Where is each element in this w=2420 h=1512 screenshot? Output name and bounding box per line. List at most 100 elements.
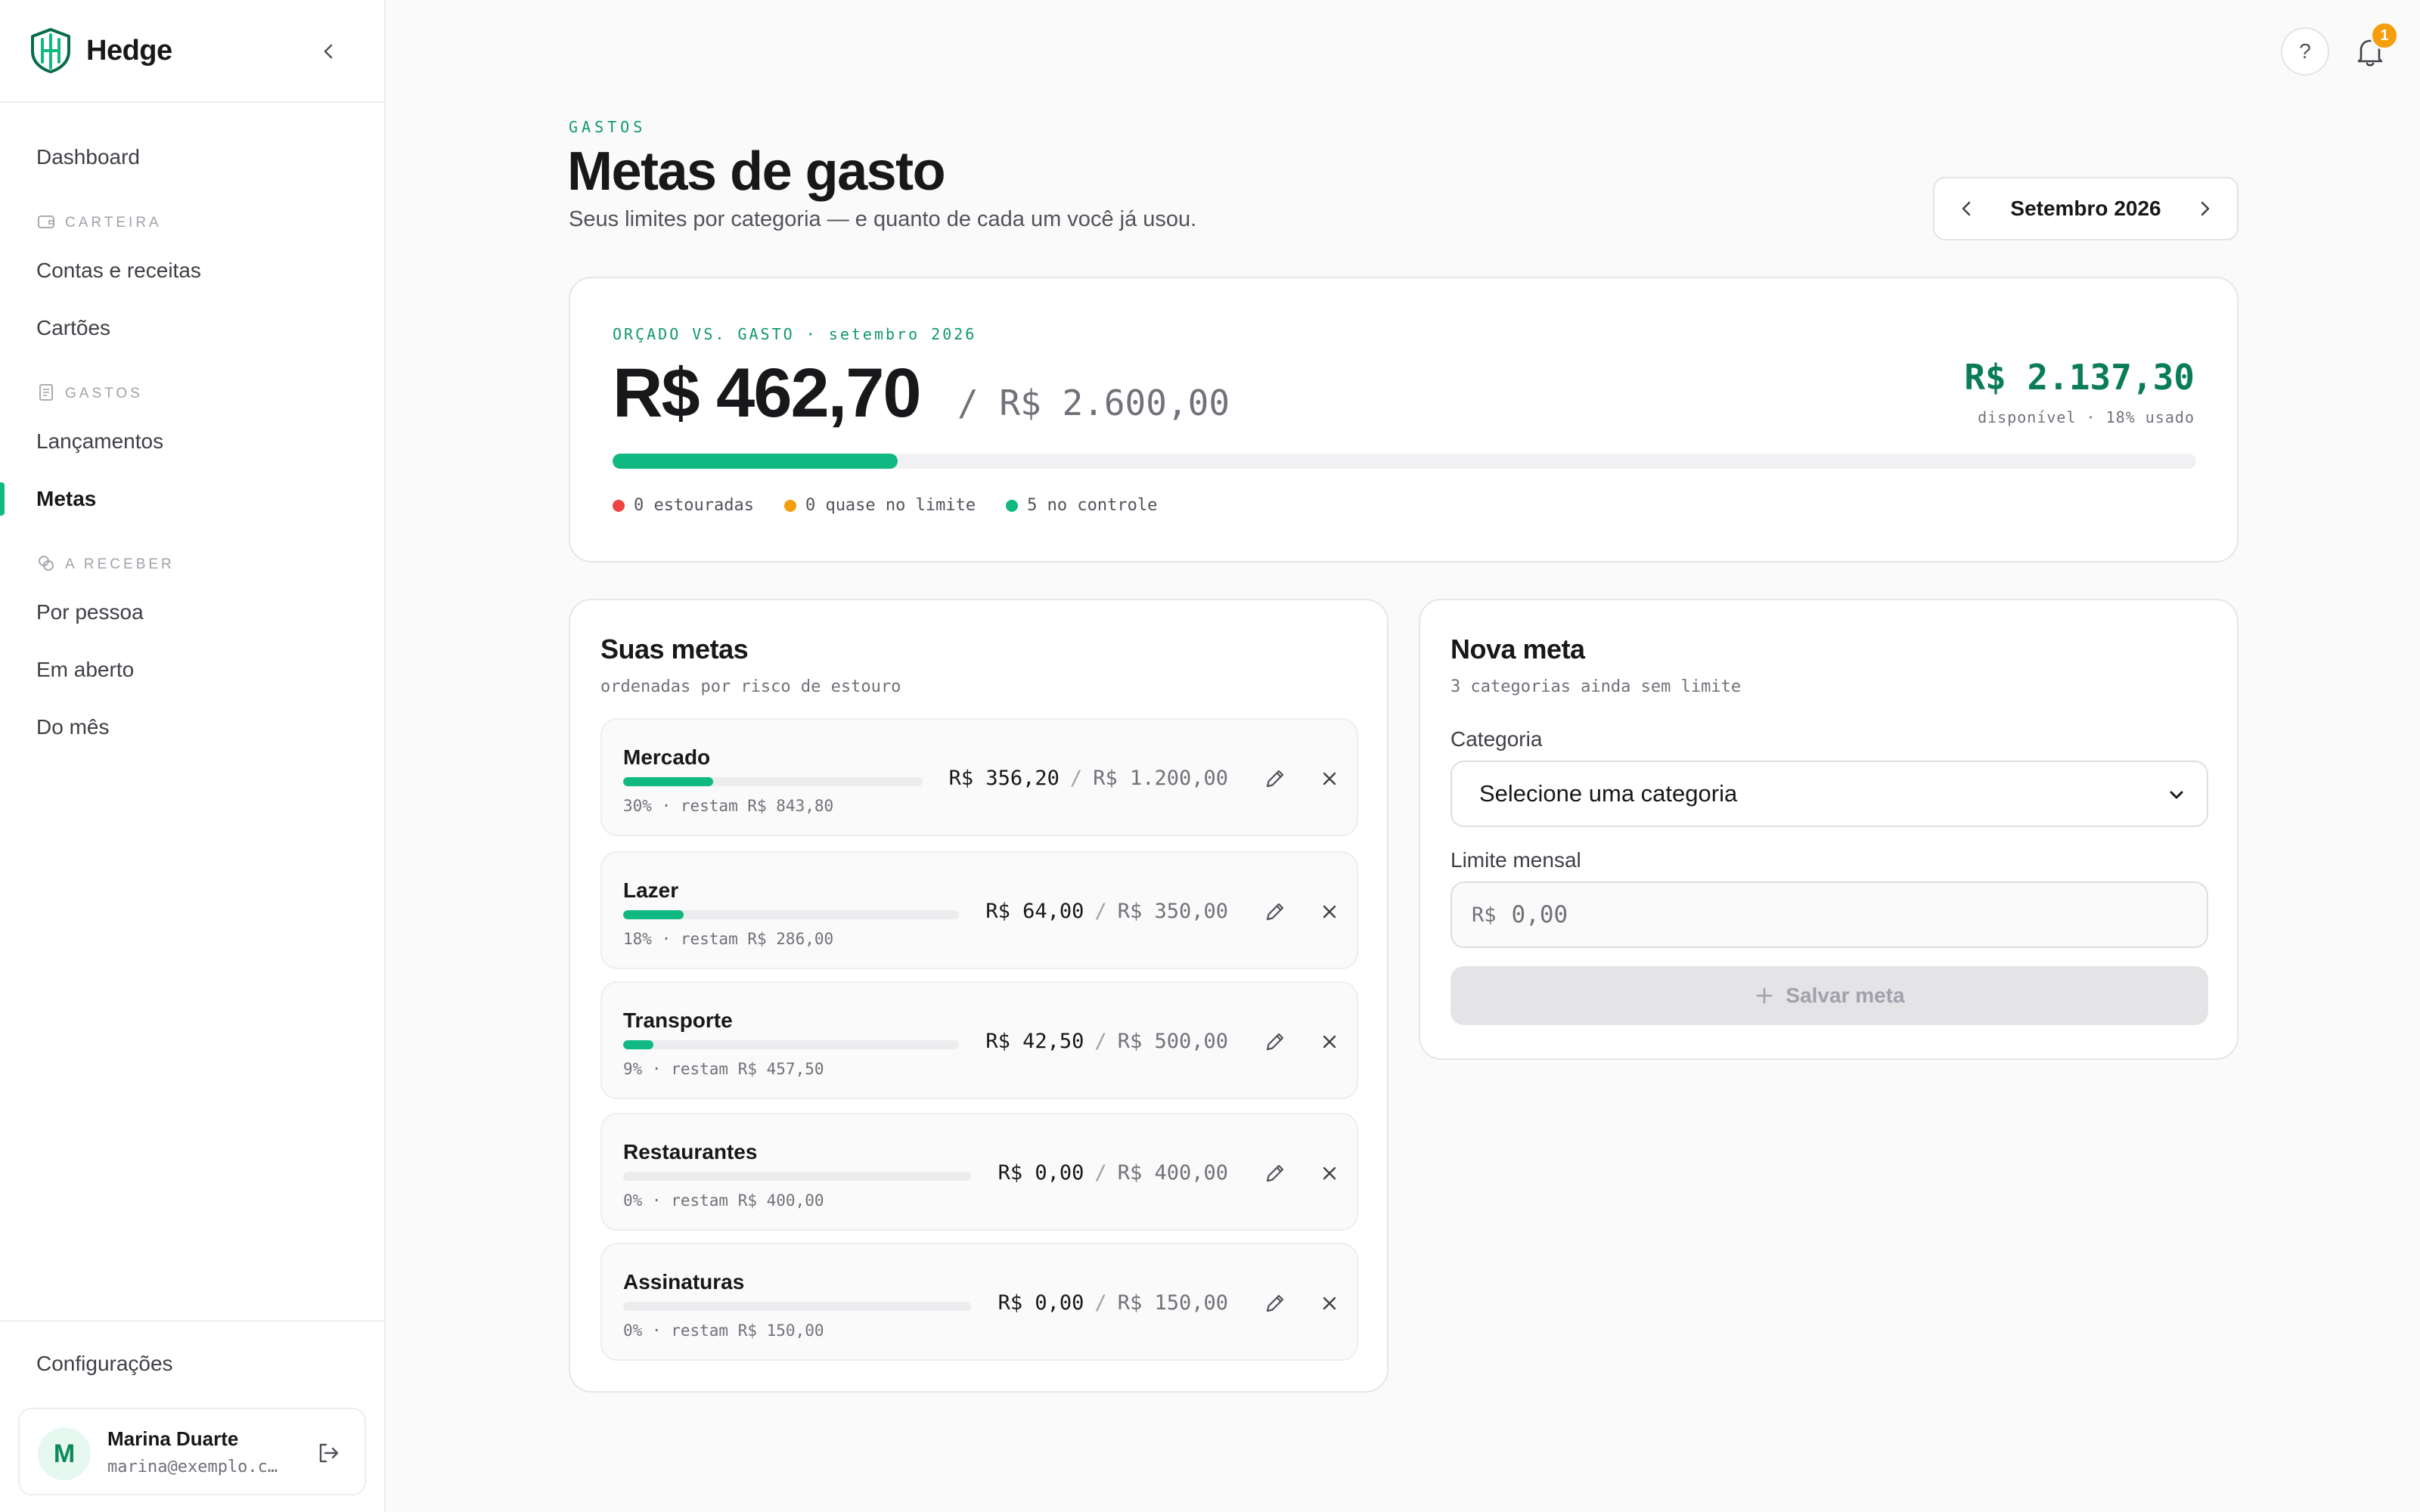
hedge-logo-icon — [31, 28, 70, 73]
edit-goal-button[interactable] — [1260, 897, 1290, 927]
page-subtitle: Seus limites por categoria — e quanto de… — [569, 207, 1197, 231]
goal-name: Restaurantes — [623, 1140, 758, 1163]
pencil-icon — [1266, 1033, 1284, 1051]
goal-name: Transporte — [623, 1009, 733, 1032]
summary-progress-track — [613, 454, 2196, 469]
goal-values: R$ 64,00 / R$ 350,00 — [985, 900, 1228, 923]
goal-row-lazer: Lazer 18% · restam R$ 286,00 R$ 64,00/R$… — [600, 851, 1358, 969]
edit-goal-button[interactable] — [1260, 764, 1290, 794]
goal-spent: R$ 64,00 — [985, 900, 1084, 923]
limit-input[interactable] — [1511, 901, 2117, 928]
new-goal-title: Nova meta — [1450, 634, 1585, 665]
delete-goal-button[interactable] — [1314, 764, 1345, 794]
close-icon — [1323, 1035, 1336, 1049]
goal-values: R$ 0,00 / R$ 150,00 — [998, 1291, 1228, 1315]
user-name: Marina Duarte — [107, 1427, 239, 1450]
brand-name: Hedge — [86, 34, 172, 67]
goal-progress-track — [623, 777, 923, 786]
sidebar-item-dashboard[interactable]: Dashboard — [0, 129, 384, 186]
edit-goal-button[interactable] — [1260, 1158, 1290, 1188]
goal-meta: 9% · restam R$ 457,50 — [623, 1060, 824, 1078]
close-icon — [1323, 905, 1336, 919]
goal-spent: R$ 42,50 — [985, 1030, 1084, 1053]
brand-header: Hedge — [0, 0, 384, 103]
sidebar-item-configuracoes[interactable]: Configurações — [36, 1352, 173, 1376]
limit-field: R$ — [1450, 881, 2208, 948]
category-label: Categoria — [1450, 727, 1543, 751]
sidebar-item-cartoes[interactable]: Cartões — [0, 299, 384, 357]
pencil-icon — [1266, 1164, 1284, 1182]
sidebar-section-carteira: CARTEIRA — [0, 186, 384, 242]
goal-separator: / — [1094, 1161, 1107, 1185]
goal-progress-fill — [623, 777, 713, 786]
delete-goal-button[interactable] — [1314, 1158, 1345, 1188]
sidebar-item-em-aberto[interactable]: Em aberto — [0, 641, 384, 699]
pencil-icon — [1266, 770, 1284, 788]
sidebar-item-por-pessoa[interactable]: Por pessoa — [0, 584, 384, 641]
delete-goal-button[interactable] — [1314, 897, 1345, 927]
goal-limit: R$ 1.200,00 — [1093, 767, 1228, 790]
category-select[interactable]: Selecione uma categoria — [1450, 761, 2208, 827]
receipt-icon — [39, 384, 53, 401]
goal-spent: R$ 0,00 — [997, 1291, 1084, 1315]
summary-spent-amount: R$ 462,70 — [613, 355, 922, 432]
month-label[interactable]: Setembro 2026 — [2010, 197, 2161, 221]
sidebar-section-label: CARTEIRA — [65, 215, 162, 231]
sidebar: Hedge Dashboard CARTEIRA Contas e receit… — [0, 0, 386, 1512]
goal-progress-track — [623, 910, 959, 919]
help-button[interactable]: ? — [2281, 27, 2329, 76]
status-label: 0 estouradas — [634, 496, 754, 515]
summary-available-amount: R$ 2.137,30 — [1964, 357, 2195, 398]
sidebar-nav: Dashboard CARTEIRA Contas e receitas Car… — [0, 103, 384, 756]
budget-summary-card: ORÇADO VS. GASTO · setembro 2026 R$ 462,… — [569, 277, 2238, 562]
save-goal-button[interactable]: Salvar meta — [1450, 966, 2208, 1025]
previous-month-chevron-icon[interactable] — [1956, 197, 1978, 220]
goal-meta: 0% · restam R$ 400,00 — [623, 1191, 824, 1210]
status-label: 5 no controle — [1027, 496, 1158, 515]
goal-name: Lazer — [623, 878, 679, 902]
goal-values: R$ 0,00 / R$ 400,00 — [998, 1161, 1228, 1185]
coins-icon — [39, 556, 54, 571]
logout-icon[interactable] — [315, 1439, 342, 1467]
month-picker: Setembro 2026 — [1933, 177, 2238, 240]
goal-row-mercado: Mercado 30% · restam R$ 843,80 R$ 356,20… — [600, 718, 1358, 836]
collapse-sidebar-chevron-icon[interactable] — [316, 39, 340, 64]
sidebar-item-lancamentos[interactable]: Lançamentos — [0, 413, 384, 470]
sidebar-item-metas[interactable]: Metas — [0, 470, 384, 528]
sidebar-section-label: A RECEBER — [65, 556, 175, 572]
plus-icon — [1757, 987, 1773, 1004]
delete-goal-button[interactable] — [1314, 1288, 1345, 1318]
new-goal-subtitle: 3 categorias ainda sem limite — [1450, 677, 1742, 696]
edit-goal-button[interactable] — [1260, 1027, 1290, 1057]
goals-card-title: Suas metas — [600, 634, 749, 665]
goal-spent: R$ 356,20 — [948, 767, 1060, 790]
next-month-chevron-icon[interactable] — [2193, 197, 2216, 220]
summary-budget-amount: / R$ 2.600,00 — [957, 383, 1230, 423]
goal-progress-track — [623, 1302, 971, 1311]
status-item-under-control: 5 no controle — [1006, 496, 1157, 515]
sidebar-item-contas-e-receitas[interactable]: Contas e receitas — [0, 242, 384, 299]
sidebar-footer: Configurações M Marina Duarte marina@exe… — [0, 1320, 384, 1512]
goal-row-assinaturas: Assinaturas 0% · restam R$ 150,00 R$ 0,0… — [600, 1243, 1358, 1361]
pencil-icon — [1266, 1294, 1284, 1312]
goal-limit: R$ 400,00 — [1117, 1161, 1228, 1185]
edit-goal-button[interactable] — [1260, 1288, 1290, 1318]
goal-values: R$ 356,20 / R$ 1.200,00 — [949, 767, 1228, 790]
delete-goal-button[interactable] — [1314, 1027, 1345, 1057]
summary-available-note: disponível · 18% usado — [1978, 408, 2195, 426]
goal-meta: 0% · restam R$ 150,00 — [623, 1321, 824, 1340]
summary-progress-fill — [613, 454, 898, 469]
goal-separator: / — [1094, 1291, 1107, 1315]
goal-name: Mercado — [623, 745, 711, 769]
chevron-down-icon — [2170, 791, 2183, 799]
sidebar-item-do-mes[interactable]: Do mês — [0, 699, 384, 756]
new-goal-card: Nova meta 3 categorias ainda sem limite … — [1419, 599, 2238, 1060]
goal-spent: R$ 0,00 — [997, 1161, 1084, 1185]
goal-limit: R$ 350,00 — [1117, 900, 1228, 923]
currency-prefix: R$ — [1472, 903, 1497, 927]
close-icon — [1323, 1167, 1336, 1180]
limit-label: Limite mensal — [1450, 848, 1581, 872]
user-card: M Marina Duarte marina@exemplo.c… — [18, 1408, 366, 1495]
goal-progress-fill — [623, 1040, 653, 1049]
goals-list-card: Suas metas ordenadas por risco de estour… — [569, 599, 1388, 1393]
